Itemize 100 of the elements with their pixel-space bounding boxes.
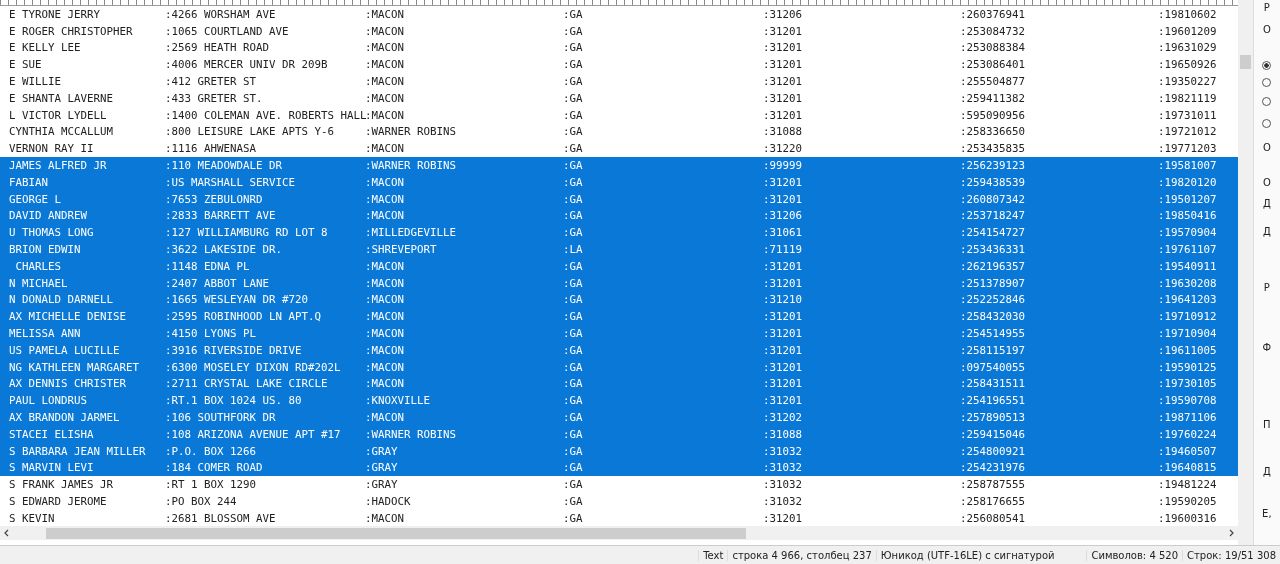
- field-text: :31201: [763, 108, 803, 122]
- field-text: :253086401: [960, 58, 1026, 72]
- field-text: :800 LEISURE LAKE APTS Y-6: [165, 125, 335, 139]
- text-line[interactable]: CYNTHIA MCCALLUM :800 LEISURE LAKE APTS Y-6 :WARNER ROBINS :GA :31088 :258336650 :19721012: [0, 123, 1238, 141]
- field-text: :MACON: [365, 343, 405, 357]
- field-text: :253436331: [960, 243, 1026, 257]
- horizontal-scrollbar[interactable]: [0, 526, 1238, 540]
- field-text: E WILLIE: [9, 75, 62, 89]
- field-text: :31032: [763, 495, 803, 508]
- field-text: :19601209: [1158, 24, 1218, 38]
- field-text: NG KATHLEEN MARGARET: [9, 360, 140, 374]
- radio-button[interactable]: [1262, 61, 1272, 70]
- field-text: :31201: [763, 276, 803, 290]
- field-text: :256239123: [960, 159, 1026, 173]
- text-line[interactable]: E WILLIE :412 GRETER ST :MACON :GA :31201 :255504877 :19350227: [0, 73, 1238, 90]
- text-line[interactable]: E ROGER CHRISTOPHER :1065 COURTLAND AVE :MACON :GA :31201 :253084732 :19601209: [0, 22, 1238, 40]
- field-text: :259415046: [960, 427, 1026, 441]
- text-line[interactable]: L VICTOR LYDELL :1400 COLEMAN AVE. ROBERTS HALL:MACON :GA :31201 :595090956 :19731011: [0, 106, 1238, 124]
- field-text: :MACON: [365, 209, 405, 223]
- field-text: :HADOCK: [365, 495, 412, 508]
- field-text: :19820120: [1158, 175, 1218, 189]
- field-text: :19631029: [1158, 41, 1218, 55]
- field-text: DAVID ANDREW: [9, 209, 88, 223]
- field-text: :US MARSHALL SERVICE: [165, 175, 296, 189]
- field-text: :19761107: [1158, 243, 1218, 257]
- field-text: :31088: [763, 125, 803, 139]
- field-text: :GA: [563, 175, 584, 189]
- field-text: :108 ARIZONA AVENUE APT #17: [165, 427, 342, 441]
- field-text: :SHREVEPORT: [365, 243, 438, 257]
- field-text: :7653 ZEBULONRD: [165, 192, 264, 206]
- status-text: Text: [698, 549, 728, 561]
- field-text: :31201: [763, 511, 803, 525]
- field-text: :260807342: [960, 192, 1026, 206]
- field-text: US PAMELA LUCILLE: [9, 343, 121, 357]
- field-text: E SHANTA LAVERNE: [9, 91, 114, 105]
- field-text: GEORGE L: [9, 192, 62, 206]
- field-text: N DONALD DARNELL: [9, 293, 114, 307]
- field-text: :254800921: [960, 444, 1026, 458]
- field-text: :MACON: [365, 310, 405, 324]
- text-line[interactable]: E TYRONE JERRY :4266 WORSHAM AVE :MACON :GA :31206 :260376941 :19810602: [0, 6, 1238, 23]
- panel-label: Р: [1263, 2, 1270, 14]
- panel-label: Е,: [1262, 508, 1272, 520]
- text-line[interactable]: E SUE :4006 MERCER UNIV DR 209B :MACON :GA :31201 :253086401 :19650926: [0, 56, 1238, 74]
- status-text: Юникод (UTF-16LE) с сигнатурой: [875, 549, 1087, 561]
- field-text: E ROGER CHRISTOPHER: [9, 24, 134, 38]
- text-line[interactable]: S EDWARD JEROME :PO BOX 244 :HADOCK :GA :31032 :258176655 :19590205: [0, 493, 1238, 510]
- field-text: :19821119: [1158, 91, 1218, 105]
- field-text: S FRANK JAMES JR: [9, 478, 114, 492]
- field-text: :GA: [563, 495, 584, 508]
- field-text: :1148 EDNA PL: [165, 259, 251, 273]
- panel-label: Ф: [1262, 342, 1272, 354]
- field-text: :19590125: [1158, 360, 1218, 374]
- scroll-right-icon[interactable]: [1227, 529, 1235, 537]
- text-line[interactable]: S KEVIN :2681 BLOSSOM AVE :MACON :GA :31201 :256080541 :19600316: [0, 509, 1238, 526]
- field-text: :MACON: [365, 192, 405, 206]
- field-text: :31061: [763, 226, 803, 240]
- field-text: :31201: [763, 58, 803, 72]
- field-text: :254231976: [960, 461, 1026, 475]
- field-text: :MACON: [365, 7, 405, 21]
- field-text: :19501207: [1158, 192, 1218, 206]
- field-text: :097540055: [960, 360, 1026, 374]
- text-line[interactable]: E KELLY LEE :2569 HEATH ROAD :MACON :GA :31201 :253088384 :19631029: [0, 39, 1238, 57]
- field-text: :MACON: [365, 41, 405, 55]
- field-text: :GRAY: [365, 461, 399, 475]
- panel-label: Д: [1262, 198, 1271, 210]
- field-text: :19641203: [1158, 293, 1218, 307]
- field-text: :P.O. BOX 1266: [165, 444, 257, 458]
- field-text: :MACON: [365, 377, 405, 391]
- field-text: L VICTOR LYDELL: [9, 108, 108, 122]
- status-text: строка 4 966, столбец 237: [727, 549, 876, 561]
- field-text: :258115197: [960, 343, 1026, 357]
- field-text: :6300 MOSELEY DIXON RD#202L: [165, 360, 342, 374]
- field-text: :19871106: [1158, 411, 1218, 424]
- field-text: CYNTHIA MCCALLUM: [9, 125, 114, 139]
- field-text: FABIAN: [9, 175, 49, 189]
- field-text: :WARNER ROBINS: [365, 427, 457, 441]
- field-text: :258336650: [960, 125, 1026, 139]
- panel-label: Д: [1262, 466, 1271, 478]
- field-text: :31210: [763, 293, 803, 307]
- field-text: :PO BOX 244: [165, 495, 238, 508]
- text-line[interactable]: S FRANK JAMES JR :RT 1 BOX 1290 :GRAY :GA :31032 :258787555 :19481224: [0, 476, 1238, 494]
- field-text: :31201: [763, 41, 803, 55]
- field-text: :GA: [563, 293, 584, 307]
- field-text: :19590205: [1158, 495, 1218, 508]
- field-text: :MACON: [365, 259, 405, 273]
- field-text: :MACON: [365, 327, 405, 341]
- field-text: :31201: [763, 75, 803, 89]
- field-text: :31201: [763, 175, 803, 189]
- field-text: :252252846: [960, 293, 1026, 307]
- field-text: :GA: [563, 276, 584, 290]
- field-text: :MACON: [365, 511, 405, 525]
- field-text: :31206: [763, 209, 803, 223]
- field-text: :71119: [763, 243, 803, 257]
- status-text: Символов: 4 520: [1086, 549, 1183, 561]
- field-text: :31206: [763, 7, 803, 21]
- field-text: :253084732: [960, 24, 1026, 38]
- field-text: :31201: [763, 259, 803, 273]
- text-line[interactable]: E SHANTA LAVERNE :433 GRETER ST. :MACON :GA :31201 :259411382 :19821119: [0, 90, 1238, 107]
- scroll-left-icon[interactable]: [3, 529, 11, 537]
- text-line[interactable]: VERNON RAY II :1116 AHWENASA :MACON :GA :31220 :253435835 :19771203: [0, 140, 1238, 158]
